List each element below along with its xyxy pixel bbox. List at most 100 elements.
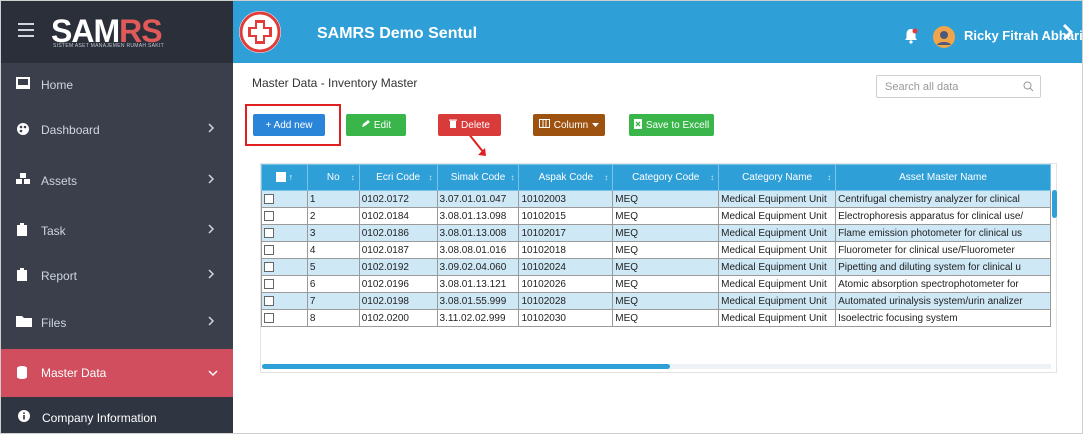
row-checkbox[interactable] <box>264 227 274 238</box>
row-select-cell[interactable] <box>261 258 308 276</box>
delete-button[interactable]: Delete <box>438 114 501 136</box>
column-label: No <box>326 172 340 183</box>
search-icon <box>1023 81 1034 95</box>
row-select-cell[interactable] <box>261 224 308 242</box>
table-cell: 10102017 <box>518 224 614 242</box>
table-cell: 8 <box>306 309 360 327</box>
row-select-cell[interactable] <box>261 190 308 208</box>
table-row[interactable]: 3 0102.0186 3.08.01.13.008 10102017 MEQ Medic… <box>261 224 1051 242</box>
sidebar-item-report[interactable]: Report <box>1 254 233 299</box>
sidebar-item-files[interactable]: Files <box>1 301 233 346</box>
table-cell: Medical Equipment Unit <box>718 309 837 327</box>
sidebar-item-label: Report <box>41 269 78 283</box>
table-cell: Electrophoresis apparatus for clinical u… <box>835 207 1051 225</box>
select-all-checkbox[interactable] <box>275 172 286 183</box>
table-cell: Atomic absorption spectrophotometer for <box>835 275 1051 293</box>
column-label: Category Name <box>742 172 813 183</box>
sidebar-item-task[interactable]: Task <box>1 209 233 254</box>
table-row[interactable]: 6 0102.0196 3.08.01.13.121 10102026 MEQ Medic… <box>261 275 1051 293</box>
column-header-asset-master-name[interactable]: Asset Master Name <box>835 164 1051 191</box>
search-input[interactable]: Search all data <box>876 75 1041 98</box>
table-cell: 7 <box>306 292 360 310</box>
sidebar-item-label: Company Information <box>42 411 157 425</box>
table-cell: 3.11.02.02.999 <box>436 309 520 327</box>
column-header-category-name[interactable]: Category Name ↕ <box>718 164 837 191</box>
table-cell: Medical Equipment Unit <box>718 292 837 310</box>
table-cell: 1 <box>306 190 360 208</box>
row-checkbox[interactable] <box>264 312 274 323</box>
table-cell: MEQ <box>612 275 720 293</box>
table-cell: 0102.0192 <box>358 258 438 276</box>
table-cell: 10102030 <box>518 309 614 327</box>
column-header-no[interactable]: No ↕ <box>306 164 360 191</box>
column-header-ecri-code[interactable]: Ecri Code ↕ <box>358 164 438 191</box>
row-select-cell[interactable] <box>261 309 308 327</box>
horizontal-scrollbar[interactable] <box>262 364 670 369</box>
edit-button[interactable]: Edit <box>346 114 406 136</box>
sort-icon: ↕ <box>827 173 832 182</box>
table-body: 1 0102.0172 3.07.01.01.047 10102003 MEQ Medic… <box>261 190 1051 327</box>
row-select-cell[interactable] <box>261 292 308 310</box>
table-row[interactable]: 5 0102.0192 3.09.02.04.060 10102024 MEQ Medic… <box>261 258 1051 276</box>
vertical-scrollbar[interactable] <box>1052 190 1057 218</box>
save-to-excel-button[interactable]: Save to Excell <box>629 114 714 136</box>
table-cell: 3.08.01.13.008 <box>436 224 520 242</box>
sidebar-item-master-data[interactable]: Master Data <box>1 349 233 397</box>
table-row[interactable]: 2 0102.0184 3.08.01.13.098 10102015 MEQ Medic… <box>261 207 1051 225</box>
brand-tagline: SISTEM ASET MANAJEMEN RUMAH SAKIT <box>53 43 164 49</box>
chevron-right-icon <box>207 268 215 283</box>
table-cell: 10102018 <box>518 241 614 259</box>
notification-bell-icon[interactable] <box>904 28 918 49</box>
column-header-category-code[interactable]: Category Code ↕ <box>612 164 720 191</box>
row-checkbox[interactable] <box>264 261 274 272</box>
table-cell: 3.09.02.04.060 <box>436 258 520 276</box>
sidebar-item-company-information[interactable]: Company Information <box>1 397 233 433</box>
table-cell: MEQ <box>612 292 720 310</box>
table-row[interactable]: 7 0102.0198 3.08.01.55.999 10102028 MEQ Medic… <box>261 292 1051 310</box>
row-checkbox[interactable] <box>264 295 274 306</box>
table-row[interactable]: 8 0102.0200 3.11.02.02.999 10102030 MEQ Medic… <box>261 309 1051 327</box>
row-checkbox[interactable] <box>264 210 274 221</box>
sidebar-item-label: Assets <box>41 174 78 188</box>
add-new-button[interactable]: + Add new <box>253 114 325 136</box>
table-row[interactable]: 4 0102.0187 3.08.08.01.016 10102018 MEQ Medic… <box>261 241 1051 259</box>
row-checkbox[interactable] <box>264 193 274 204</box>
sidebar: Home Dashboard Assets Task Report Files <box>1 63 233 433</box>
main-content: Master Data - Inventory Master Search al… <box>233 63 1082 433</box>
sidebar-item-home[interactable]: Home <box>1 63 233 108</box>
columns-icon <box>538 119 550 131</box>
row-checkbox[interactable] <box>264 278 274 289</box>
sidebar-item-dashboard[interactable]: Dashboard <box>1 108 233 153</box>
table-cell: 5 <box>306 258 360 276</box>
table-row[interactable]: 1 0102.0172 3.07.01.01.047 10102003 MEQ Medic… <box>261 190 1051 208</box>
excel-icon <box>633 118 642 132</box>
table-cell: Medical Equipment Unit <box>718 275 837 293</box>
chevron-right-icon[interactable] <box>1062 23 1074 46</box>
table-cell: Automated urinalysis system/urin analize… <box>835 292 1051 310</box>
column-header-aspak-code[interactable]: Aspak Code ↕ <box>518 164 614 191</box>
table-cell: 0102.0186 <box>358 224 438 242</box>
delete-label: Delete <box>461 119 490 131</box>
table-cell: 10102003 <box>518 190 614 208</box>
caret-down-icon <box>592 120 600 131</box>
table-cell: Pipetting and diluting system for clinic… <box>835 258 1051 276</box>
select-all-header[interactable]: ↑ <box>261 164 308 191</box>
user-avatar[interactable] <box>933 26 955 48</box>
table-cell: Isoelectric focusing system <box>835 309 1051 327</box>
column-label: Category Code <box>632 172 700 183</box>
table-cell: Medical Equipment Unit <box>718 190 837 208</box>
table-cell: 0102.0200 <box>358 309 438 327</box>
menu-toggle-icon[interactable] <box>18 23 34 37</box>
row-select-cell[interactable] <box>261 275 308 293</box>
row-checkbox[interactable] <box>264 244 274 255</box>
sidebar-item-assets[interactable]: Assets <box>1 159 233 204</box>
row-select-cell[interactable] <box>261 241 308 259</box>
table-cell: Centrifugal chemistry analyzer for clini… <box>835 190 1051 208</box>
table-cell: 6 <box>306 275 360 293</box>
column-dropdown-button[interactable]: Column <box>533 114 605 136</box>
palette-icon <box>16 122 30 139</box>
row-select-cell[interactable] <box>261 207 308 225</box>
table-cell: 0102.0187 <box>358 241 438 259</box>
app-title: SAMRS Demo Sentul <box>317 25 478 42</box>
column-header-simak-code[interactable]: Simak Code ↕ <box>436 164 520 191</box>
